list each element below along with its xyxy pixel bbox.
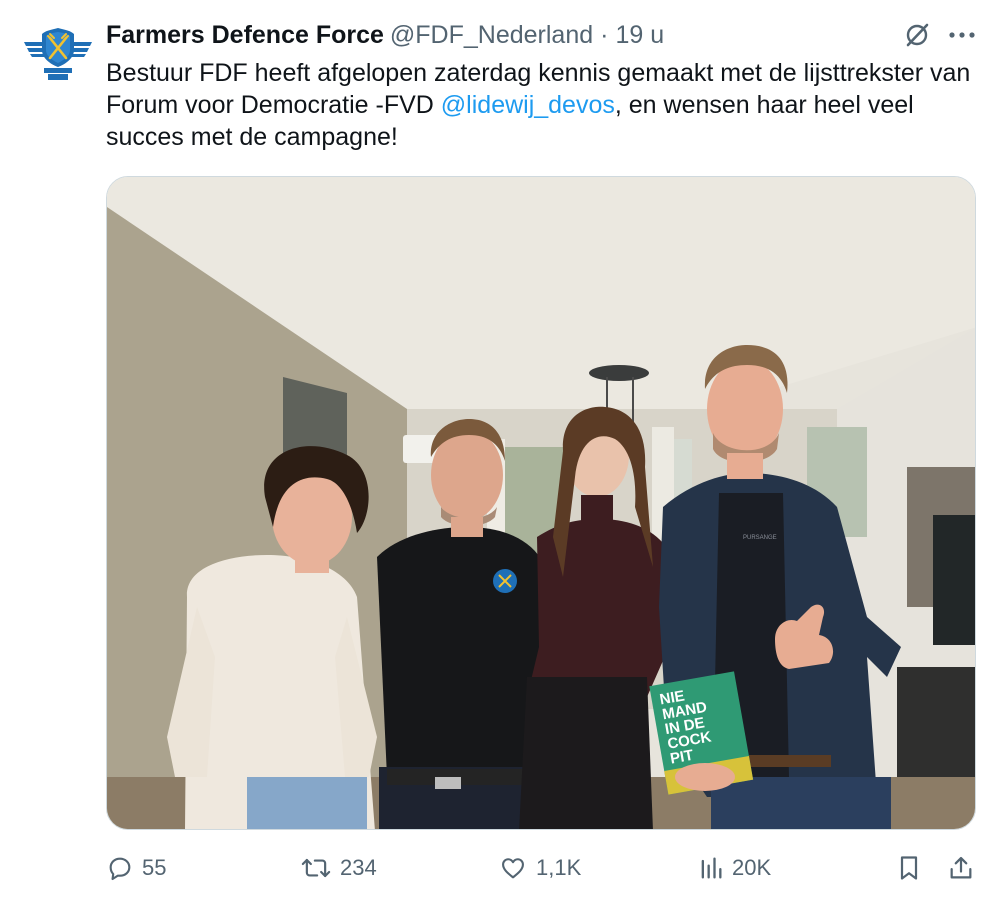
group-photo-image: PURSANGE NIE MAND IN DE COCK PIT (107, 177, 975, 829)
grok-slash-circle-icon (906, 23, 929, 47)
tweet-text: Bestuur FDF heeft afgelopen zaterdag ken… (106, 57, 986, 153)
views-count: 20K (732, 855, 772, 880)
reply-count: 55 (142, 855, 167, 880)
header-separator: · (600, 21, 609, 49)
reply-button[interactable]: 55 (106, 848, 166, 888)
views-button[interactable]: 20K (698, 848, 771, 888)
tweet-timestamp[interactable]: 19 u (615, 18, 664, 52)
repost-arrows-icon (301, 858, 331, 878)
views-bars-icon (701, 857, 722, 879)
tweet-article[interactable]: Farmers Defence Force @FDF_Nederland · 1… (0, 0, 1000, 902)
tweet-photo[interactable]: PURSANGE NIE MAND IN DE COCK PIT (106, 176, 976, 830)
tweet-actions: 55 234 1,1K 20K (0, 848, 1000, 888)
more-dots-icon (949, 32, 975, 38)
avatar[interactable] (22, 22, 94, 82)
fdf-shield-logo-icon (24, 28, 92, 80)
share-upload-icon (950, 856, 972, 879)
share-button[interactable] (946, 848, 976, 888)
repost-count: 234 (340, 855, 377, 880)
repost-button[interactable]: 234 (300, 848, 377, 888)
tweet-header: Farmers Defence Force @FDF_Nederland · 1… (106, 18, 664, 52)
mention-link[interactable]: @lidewij_devos (441, 91, 615, 119)
bookmark-icon (900, 856, 918, 880)
grok-button[interactable] (900, 18, 934, 52)
bookmark-button[interactable] (896, 848, 922, 888)
author-handle[interactable]: @FDF_Nederland (390, 18, 593, 52)
heart-icon (502, 858, 524, 879)
like-button[interactable]: 1,1K (498, 848, 581, 888)
reply-bubble-icon (109, 857, 131, 881)
more-button[interactable] (944, 18, 980, 52)
shirt-text: PURSANGE (743, 535, 777, 541)
author-display-name[interactable]: Farmers Defence Force (106, 18, 384, 52)
like-count: 1,1K (536, 855, 582, 880)
